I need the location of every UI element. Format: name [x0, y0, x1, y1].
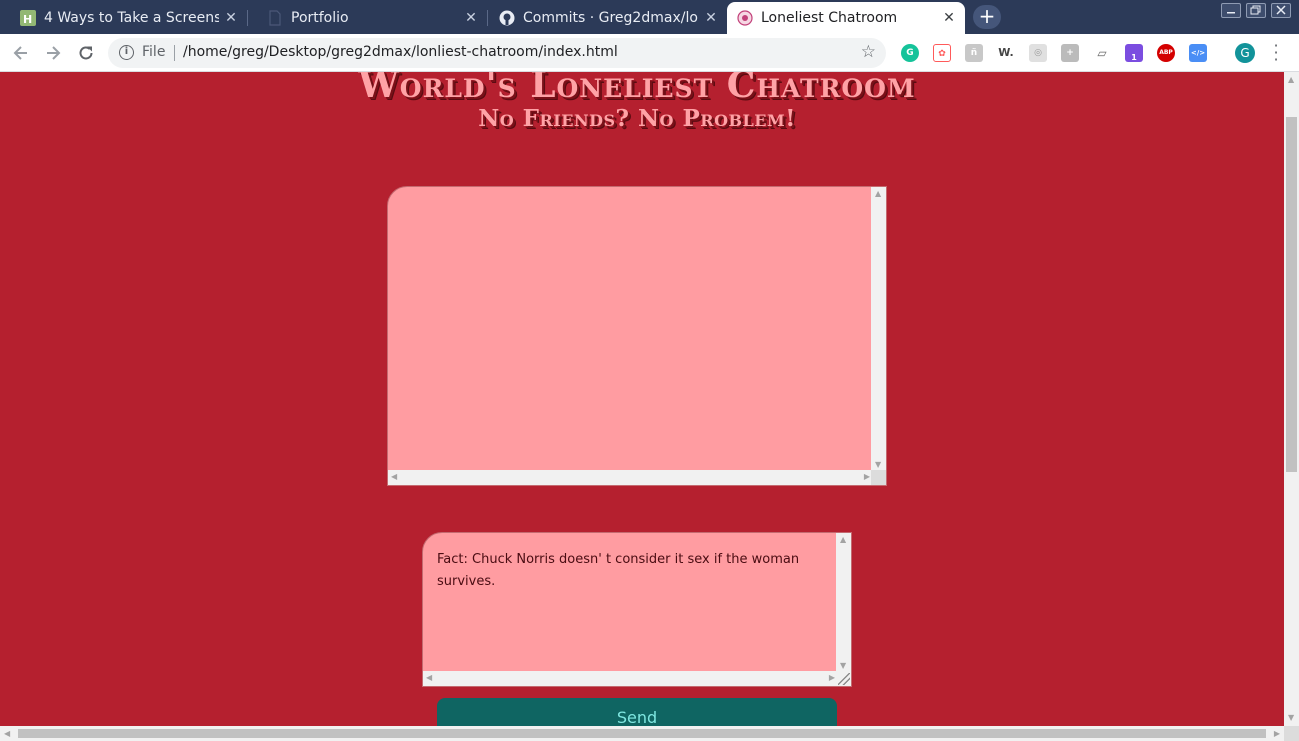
page-viewport: World's Loneliest Chatroom No Friends? N…	[0, 72, 1284, 726]
scroll-corner	[871, 470, 886, 485]
tab-github-commits[interactable]: Commits · Greg2dmax/lor ✕	[487, 2, 728, 34]
scroll-right-arrow-icon[interactable]: ▶	[864, 473, 870, 481]
chat-log-area[interactable]: ▲ ▼ ◀ ▶	[387, 186, 887, 486]
tab-portfolio[interactable]: Portfolio ✕	[247, 2, 488, 34]
scroll-down-arrow-icon[interactable]: ▼	[840, 662, 846, 670]
send-button[interactable]: Send	[437, 698, 837, 726]
scroll-right-arrow-icon[interactable]: ▶	[829, 674, 835, 682]
puzzle-icon[interactable]: ✿	[933, 44, 951, 62]
address-bar[interactable]: i File /home/greg/Desktop/greg2dmax/lonl…	[108, 38, 886, 68]
code-ext-icon[interactable]: </>	[1189, 44, 1207, 62]
svg-text:H: H	[23, 13, 32, 26]
message-input-text[interactable]: Fact: Chuck Norris doesn' t consider it …	[437, 549, 827, 593]
wikihow-ext-icon[interactable]: ñ	[965, 44, 983, 62]
file-label: File	[142, 44, 166, 60]
close-icon[interactable]: ✕	[937, 10, 961, 26]
chat-log-vertical-scrollbar[interactable]: ▲ ▼	[871, 187, 886, 472]
scroll-left-arrow-icon[interactable]: ◀	[426, 674, 432, 682]
scroll-down-arrow-icon[interactable]: ▼	[1288, 714, 1294, 722]
tab-wikihow[interactable]: H 4 Ways to Take a Screensh ✕	[0, 2, 248, 34]
page-vertical-scrollbar[interactable]: ▲ ▼	[1284, 72, 1299, 726]
scroll-right-arrow-icon[interactable]: ▶	[1274, 730, 1280, 738]
wikihow-icon: H	[20, 10, 36, 26]
notes-ext-icon[interactable]: 1	[1125, 44, 1143, 62]
tab-title: 4 Ways to Take a Screensh	[44, 10, 219, 26]
adblock-icon[interactable]: ABP	[1157, 44, 1175, 62]
message-input-vertical-scrollbar[interactable]: ▲ ▼	[836, 533, 851, 673]
scroll-up-arrow-icon[interactable]: ▲	[875, 190, 881, 198]
page-icon	[267, 10, 283, 26]
scrollbar-thumb[interactable]	[18, 729, 1266, 738]
message-input-horizontal-scrollbar[interactable]: ◀ ▶	[423, 671, 838, 686]
minimize-window-button[interactable]	[1221, 3, 1241, 18]
scroll-left-arrow-icon[interactable]: ◀	[4, 730, 10, 738]
stylus-icon[interactable]: ▱	[1093, 44, 1111, 62]
close-window-button[interactable]	[1271, 3, 1291, 18]
github-icon	[499, 10, 515, 26]
close-icon[interactable]: ✕	[459, 10, 483, 26]
page-subtitle: No Friends? No Problem!	[478, 105, 796, 132]
back-button[interactable]	[9, 42, 33, 64]
reload-button[interactable]	[74, 42, 98, 64]
url-text[interactable]: /home/greg/Desktop/greg2dmax/lonliest-ch…	[183, 44, 618, 60]
page-horizontal-scrollbar[interactable]: ◀ ▶	[0, 726, 1284, 741]
divider	[174, 45, 175, 61]
scroll-corner	[1284, 726, 1299, 741]
comment-icon[interactable]: +	[1061, 44, 1079, 62]
grammarly-icon[interactable]: G	[901, 44, 919, 62]
settings-ext-icon[interactable]: ◎	[1029, 44, 1047, 62]
browser-toolbar: i File /home/greg/Desktop/greg2dmax/lonl…	[0, 34, 1299, 72]
browser-tab-strip: H 4 Ways to Take a Screensh ✕ Portfolio …	[0, 0, 1299, 34]
flower-icon	[737, 10, 753, 26]
scrollbar-thumb[interactable]	[1286, 117, 1297, 472]
tab-title: Commits · Greg2dmax/lor	[523, 10, 699, 26]
scroll-down-arrow-icon[interactable]: ▼	[875, 461, 881, 469]
restore-window-button[interactable]	[1246, 3, 1266, 18]
bookmark-star-icon[interactable]: ☆	[861, 42, 876, 62]
page-title: World's Loneliest Chatroom	[358, 72, 916, 106]
scroll-left-arrow-icon[interactable]: ◀	[391, 473, 397, 481]
tab-title: Loneliest Chatroom	[761, 10, 898, 26]
chat-log-horizontal-scrollbar[interactable]: ◀ ▶	[388, 470, 873, 485]
forward-button[interactable]	[41, 42, 65, 64]
new-tab-button[interactable]: +	[973, 5, 1001, 29]
close-icon[interactable]: ✕	[219, 10, 243, 26]
scroll-up-arrow-icon[interactable]: ▲	[1288, 76, 1294, 84]
tab-title: Portfolio	[291, 10, 349, 26]
profile-avatar[interactable]: G	[1235, 43, 1255, 63]
resize-handle-icon[interactable]	[838, 673, 850, 685]
close-icon[interactable]: ✕	[699, 10, 723, 26]
menu-dots-icon[interactable]: · · ·	[1270, 38, 1282, 68]
info-icon[interactable]: i	[119, 45, 134, 60]
message-input[interactable]: Fact: Chuck Norris doesn' t consider it …	[422, 532, 852, 687]
wordtune-icon[interactable]: W.	[997, 44, 1015, 62]
tab-loneliest-chatroom[interactable]: Loneliest Chatroom ✕	[727, 2, 965, 34]
scroll-up-arrow-icon[interactable]: ▲	[840, 536, 846, 544]
